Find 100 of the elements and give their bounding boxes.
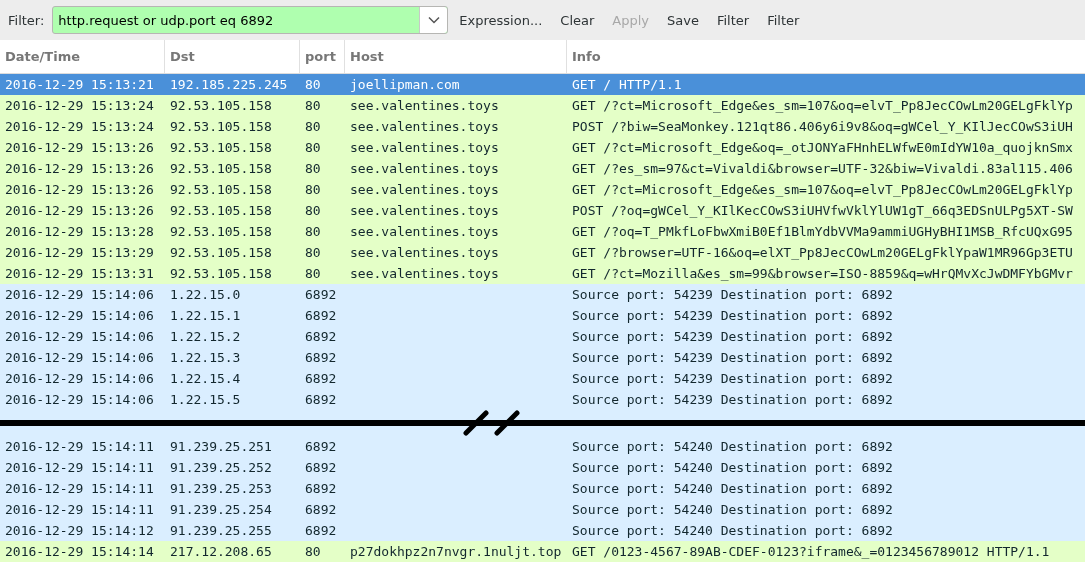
table-cell-text: 91.239.25.253: [169, 481, 273, 496]
table-cell-text: 2016-12-29 15:14:14: [4, 544, 155, 559]
table-cell-text: 1.22.15.2: [169, 329, 242, 344]
table-cell-text: 2016-12-29 15:14:06: [4, 308, 155, 323]
table-cell-text: 92.53.105.158: [169, 203, 273, 218]
column-heading[interactable]: Info: [567, 40, 1085, 73]
dropdown-button[interactable]: [419, 7, 448, 33]
table-cell-text: p27dokhpz2n7nvgr.1nuljt.top: [349, 544, 563, 559]
table-cell-text: 80: [304, 203, 322, 218]
table-cell-text: 2016-12-29 15:14:11: [4, 439, 155, 454]
table-cell-text: POST /?biw=SeaMonkey.121qt86.406y6i9v8&oq=gWCel_Y_KIlJecCOwS3iUH: [571, 119, 1074, 134]
table-cell-text: 80: [304, 140, 322, 155]
table-cell-text: Source port: 54240 Destination port: 6892: [571, 481, 894, 496]
table-cell-text: see.valentines.toys: [349, 182, 500, 197]
table-cell-text: see.valentines.toys: [349, 224, 500, 239]
table-cell-text: Source port: 54240 Destination port: 6892: [571, 460, 894, 475]
packet-row[interactable]: 2016-12-29 15:13:24 92.53.105.158 80 see.valentines.toys GET /?ct=Microsoft_Edge&es_sm=107&oq=elvT_Pp8JecCOwLm20GELgFklYp: [0, 95, 1085, 116]
table-cell-text: 6892: [304, 329, 338, 344]
table-cell-text: 80: [304, 77, 322, 92]
packet-row[interactable]: 2016-12-29 15:13:26 92.53.105.158 80 see.valentines.toys GET /?ct=Microsoft_Edge&oq=_otJONYaFHnhELWfwE0mIdYW10a_quojknSmx: [0, 137, 1085, 158]
table-cell-text: see.valentines.toys: [349, 203, 500, 218]
table-cell-text: 92.53.105.158: [169, 119, 273, 134]
packet-row[interactable]: 2016-12-29 15:14:11 91.239.25.253 6892 Source port: 54240 Destination port: 6892: [0, 478, 1085, 499]
table-cell-text: 91.239.25.252: [169, 460, 273, 475]
column-heading[interactable]: Date/Time: [0, 40, 165, 73]
table-cell-text: 2016-12-29 15:14:11: [4, 502, 155, 517]
table-cell-text: see.valentines.toys: [349, 266, 500, 281]
table-cell-text: GET /?ct=Mozilla&es_sm=99&browser=ISO-8859&q=wHrQMvXcJwDMFYbGMvr: [571, 266, 1074, 281]
table-cell-text: Source port: 54240 Destination port: 6892: [571, 439, 894, 454]
table-cell-text: 92.53.105.158: [169, 140, 273, 155]
table-cell-text: GET /?oq=T_PMkfLoFbwXmiB0Ef1BlmYdbVVMa9ammiUGHyBHI1MSB_RfcUQxG95: [571, 224, 1074, 239]
table-cell-text: 6892: [304, 392, 338, 407]
table-cell-text: 2016-12-29 15:14:11: [4, 481, 155, 496]
packet-row[interactable]: 2016-12-29 15:14:12 91.239.25.255 6892 Source port: 54240 Destination port: 6892: [0, 520, 1085, 541]
table-cell-text: 2016-12-29 15:14:06: [4, 329, 155, 344]
table-cell-text: GET /0123-4567-89AB-CDEF-0123?iframe&_=0123456789012 HTTP/1.1: [571, 544, 1051, 559]
packet-row[interactable]: 2016-12-29 15:14:11 91.239.25.254 6892 Source port: 54240 Destination port: 6892: [0, 499, 1085, 520]
packet-row[interactable]: 2016-12-29 15:14:11 91.239.25.251 6892 Source port: 54240 Destination port: 6892: [0, 436, 1085, 457]
table-cell-text: 80: [304, 161, 322, 176]
column-heading[interactable]: Dst: [165, 40, 300, 73]
packet-row[interactable]: 2016-12-29 15:13:26 92.53.105.158 80 see.valentines.toys GET /?es_sm=97&ct=Vivaldi&browser=UTF-32&biw=Vivaldi.83al115.406: [0, 158, 1085, 179]
table-cell-text: 6892: [304, 523, 338, 538]
filter-combobox[interactable]: http.request or udp.port eq 6892: [52, 6, 449, 34]
packet-row[interactable]: 2016-12-29 15:13:26 92.53.105.158 80 see.valentines.toys POST /?oq=gWCel_Y_KIlKecCOwS3iUHVfwVklYlUW1gT_66q3EDSnULPg5XT-SW: [0, 200, 1085, 221]
filter-input[interactable]: http.request or udp.port eq 6892: [53, 12, 420, 28]
packet-row[interactable]: 2016-12-29 15:14:06 1.22.15.0 6892 Source port: 54239 Destination port: 6892: [0, 284, 1085, 305]
table-cell-text: GET /?es_sm=97&ct=Vivaldi&browser=UTF-32&biw=Vivaldi.83al115.406: [571, 161, 1074, 176]
packet-row[interactable]: 2016-12-29 15:13:24 92.53.105.158 80 see.valentines.toys POST /?biw=SeaMonkey.121qt86.406y6i9v8&oq=gWCel_Y_KIlJecCOwS3iUH: [0, 116, 1085, 137]
table-cell-text: GET /?ct=Microsoft_Edge&es_sm=107&oq=elvT_Pp8JecCOwLm20GELgFklYp: [571, 182, 1074, 197]
packet-row[interactable]: 2016-12-29 15:13:26 92.53.105.158 80 see.valentines.toys GET /?ct=Microsoft_Edge&es_sm=107&oq=elvT_Pp8JecCOwLm20GELgFklYp: [0, 179, 1085, 200]
table-cell-text: see.valentines.toys: [349, 161, 500, 176]
column-heading[interactable]: port: [300, 40, 345, 73]
table-cell-text: 6892: [304, 460, 338, 475]
table-cell-text: Source port: 54239 Destination port: 6892: [571, 329, 894, 344]
table-cell-text: 6892: [304, 502, 338, 517]
toolbar-button[interactable]: Save: [660, 8, 706, 32]
table-cell-text: Source port: 54239 Destination port: 6892: [571, 287, 894, 302]
table-cell-text: 6892: [304, 371, 338, 386]
table-cell-text: see.valentines.toys: [349, 119, 500, 134]
table-cell-text: 192.185.225.245: [169, 77, 289, 92]
toolbar-button[interactable]: Expression...: [452, 8, 550, 32]
table-cell-text: Source port: 54239 Destination port: 6892: [571, 350, 894, 365]
table-cell-text: 2016-12-29 15:14:06: [4, 287, 155, 302]
column-heading[interactable]: Host: [345, 40, 567, 73]
table-cell-text: GET /?ct=Microsoft_Edge&oq=_otJONYaFHnhELWfwE0mIdYW10a_quojknSmx: [571, 140, 1074, 155]
table-cell-text: 6892: [304, 481, 338, 496]
table-cell-text: 91.239.25.254: [169, 502, 273, 517]
table-cell-text: 2016-12-29 15:14:11: [4, 460, 155, 475]
packet-row[interactable]: 2016-12-29 15:13:29 92.53.105.158 80 see.valentines.toys GET /?browser=UTF-16&oq=elXT_Pp8JecCOwLm20GELgFklYpaW1MR96Gp3ETU: [0, 242, 1085, 263]
table-cell-text: 92.53.105.158: [169, 245, 273, 260]
packet-row[interactable]: 2016-12-29 15:13:31 92.53.105.158 80 see.valentines.toys GET /?ct=Mozilla&es_sm=99&browser=ISO-8859&q=wHrQMvXcJwDMFYbGMvr: [0, 263, 1085, 284]
packet-row[interactable]: 2016-12-29 15:14:06 1.22.15.5 6892 Source port: 54239 Destination port: 6892: [0, 389, 1085, 410]
table-cell-text: 80: [304, 182, 322, 197]
toolbar-button[interactable]: Filter: [760, 8, 807, 32]
toolbar-button[interactable]: Filter: [709, 8, 757, 32]
table-cell-text: 80: [304, 245, 322, 260]
packet-row[interactable]: 2016-12-29 15:14:06 1.22.15.1 6892 Source port: 54239 Destination port: 6892: [0, 305, 1085, 326]
table-cell-text: 80: [304, 224, 322, 239]
table-cell-text: 2016-12-29 15:13:28: [4, 224, 155, 239]
table-cell-text: 92.53.105.158: [169, 161, 273, 176]
table-cell-text: GET /?browser=UTF-16&oq=elXT_Pp8JecCOwLm20GELgFklYpaW1MR96Gp3ETU: [571, 245, 1074, 260]
packet-row[interactable]: 2016-12-29 15:14:06 1.22.15.2 6892 Source port: 54239 Destination port: 6892: [0, 326, 1085, 347]
packet-row[interactable]: 2016-12-29 15:14:14 217.12.208.65 80 p27dokhpz2n7nvgr.1nuljt.top GET /0123-4567-89AB-CDEF-0123?iframe&_=0123456789012 HTTP/1.1: [0, 541, 1085, 562]
packet-row[interactable]: 2016-12-29 15:14:11 91.239.25.252 6892 Source port: 54240 Destination port: 6892: [0, 457, 1085, 478]
table-cell-text: 2016-12-29 15:14:06: [4, 350, 155, 365]
table-cell-text: 91.239.25.255: [169, 523, 273, 538]
packet-row[interactable]: 2016-12-29 15:14:06 1.22.15.3 6892 Source port: 54239 Destination port: 6892: [0, 347, 1085, 368]
table-cell-text: 2016-12-29 15:13:31: [4, 266, 155, 281]
table-cell-text: 92.53.105.158: [169, 98, 273, 113]
packet-row[interactable]: 2016-12-29 15:14:06 1.22.15.4 6892 Source port: 54239 Destination port: 6892: [0, 368, 1085, 389]
table-cell-text: 91.239.25.251: [169, 439, 273, 454]
toolbar-button[interactable]: Clear: [553, 8, 602, 32]
table-cell-text: see.valentines.toys: [349, 98, 500, 113]
table-cell-text: 6892: [304, 439, 338, 454]
packet-row[interactable]: 2016-12-29 15:13:28 92.53.105.158 80 see.valentines.toys GET /?oq=T_PMkfLoFbwXmiB0Ef1BlmYdbVVMa9ammiUGHyBHI1MSB_RfcUQxG95: [0, 221, 1085, 242]
table-cell-text: Source port: 54239 Destination port: 6892: [571, 371, 894, 386]
table-cell-text: 217.12.208.65: [169, 544, 273, 559]
table-cell-text: 92.53.105.158: [169, 182, 273, 197]
table-cell-text: Source port: 54240 Destination port: 6892: [571, 502, 894, 517]
table-cell-text: 6892: [304, 350, 338, 365]
